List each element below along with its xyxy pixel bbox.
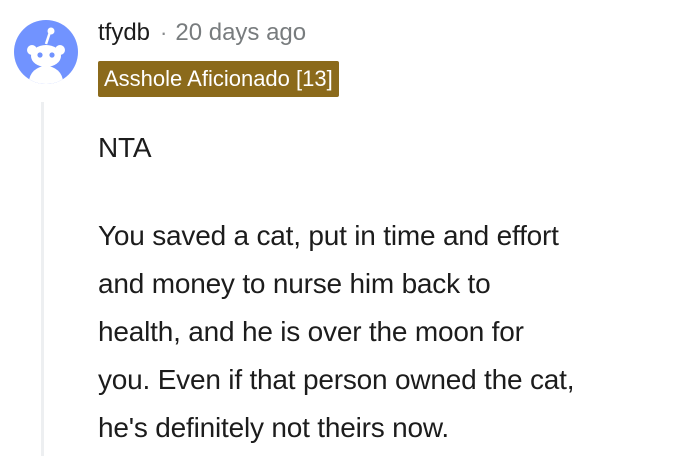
comment: tfydb · 20 days ago Asshole Aficionado [… <box>0 0 700 456</box>
comment-timestamp[interactable]: 20 days ago <box>175 19 306 47</box>
comment-meta: tfydb · 20 days ago <box>98 17 306 49</box>
comment-text-line: You saved a cat, put in time and effort <box>98 220 559 251</box>
snoo-avatar-icon <box>27 27 65 84</box>
comment-text-line: health, and he is over the moon for <box>98 316 524 347</box>
meta-separator: · <box>160 20 168 45</box>
comment-text-line: and money to nurse him back to <box>98 268 491 299</box>
comment-paragraph: NTA <box>98 124 698 172</box>
comment-paragraph: You saved a cat, put in time and effort … <box>98 212 698 452</box>
thread-line[interactable] <box>41 102 44 456</box>
user-flair: Asshole Aficionado [13] <box>98 61 339 97</box>
comment-text-line: NTA <box>98 132 152 163</box>
comment-text-line: you. Even if that person owned the cat, <box>98 364 575 395</box>
comment-body: NTA You saved a cat, put in time and eff… <box>98 124 698 452</box>
user-avatar[interactable] <box>14 20 78 84</box>
comment-text-line: he's definitely not theirs now. <box>98 412 449 443</box>
username-link[interactable]: tfydb <box>98 19 150 47</box>
